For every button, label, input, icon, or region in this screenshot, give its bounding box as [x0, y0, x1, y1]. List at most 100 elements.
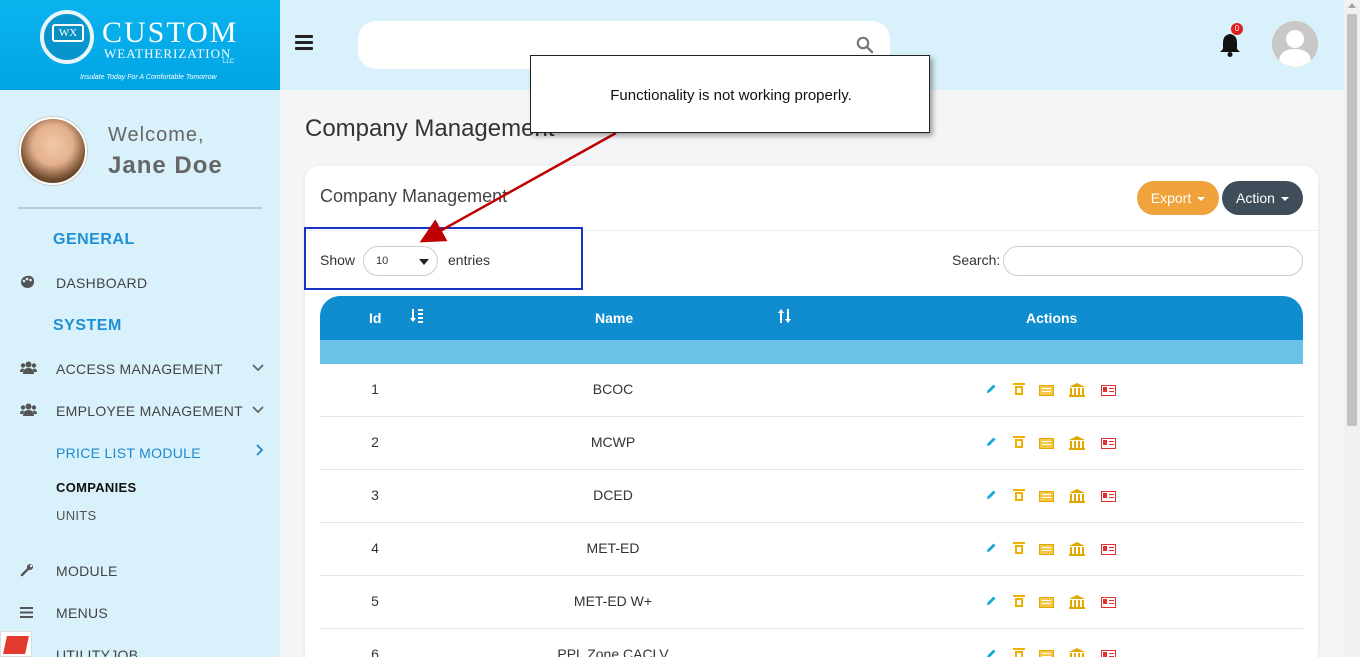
search-icon[interactable]: [856, 36, 874, 54]
list-icon[interactable]: [1039, 648, 1055, 657]
chevron-down-icon: [252, 359, 264, 375]
action-button-label: Action: [1236, 190, 1275, 206]
sidebar-subitem-companies[interactable]: COMPANIES: [56, 480, 136, 495]
trash-icon[interactable]: [1012, 595, 1026, 609]
edit-icon[interactable]: [984, 648, 998, 657]
sidebar-item-utilityjob[interactable]: UTILITYJOB: [20, 643, 270, 657]
cell-name: MET-ED: [586, 540, 640, 556]
sidebar-item-employee-management[interactable]: EMPLOYEE MANAGEMENT: [20, 399, 270, 423]
sidebar-subitem-units[interactable]: UNITS: [56, 508, 97, 523]
chevron-down-icon: [252, 401, 264, 417]
list-icon[interactable]: [1039, 595, 1055, 609]
bank-icon[interactable]: [1069, 595, 1085, 609]
page-title: Company Management: [305, 115, 555, 142]
sidebar-item-label: ACCESS MANAGEMENT: [56, 361, 223, 377]
user-panel: Welcome, Jane Doe: [0, 90, 280, 208]
table-search-input[interactable]: [1003, 246, 1303, 276]
table-filter-row: [320, 340, 1303, 364]
row-actions: [984, 436, 1124, 452]
user-avatar: [19, 117, 87, 185]
users-icon: [20, 403, 56, 419]
sidebar-item-dashboard[interactable]: DASHBOARD: [20, 271, 270, 295]
annotation-callout: Functionality is not working properly.: [530, 55, 930, 133]
id-card-icon[interactable]: [1101, 542, 1117, 556]
app-logo-mark: [3, 636, 29, 654]
section-general: GENERAL: [53, 231, 135, 248]
id-card-icon[interactable]: [1101, 489, 1117, 503]
sidebar-item-menus[interactable]: MENUS: [20, 601, 270, 625]
bank-icon[interactable]: [1069, 383, 1085, 397]
trash-icon[interactable]: [1012, 489, 1026, 503]
corner-app-logo[interactable]: [0, 631, 32, 657]
menu-toggle-icon[interactable]: [295, 35, 313, 51]
user-name: Jane Doe: [108, 152, 223, 179]
edit-icon[interactable]: [984, 542, 998, 556]
sidebar-item-label: UTILITYJOB: [56, 647, 139, 657]
cell-id: 5: [371, 593, 379, 609]
card-title: Company Management: [320, 186, 508, 206]
id-card-icon[interactable]: [1101, 595, 1117, 609]
list-icon[interactable]: [1039, 542, 1055, 556]
row-actions: [984, 595, 1124, 611]
brand-logo[interactable]: WX CUSTOM WEATHERIZATION LLC Insulate To…: [0, 0, 280, 90]
bank-icon[interactable]: [1069, 542, 1085, 556]
cell-name: MCWP: [590, 434, 636, 450]
id-card-icon[interactable]: [1101, 383, 1117, 397]
annotation-highlight-box: [304, 227, 583, 290]
trash-icon[interactable]: [1012, 383, 1026, 397]
bank-icon[interactable]: [1069, 436, 1085, 450]
edit-icon[interactable]: [984, 489, 998, 503]
column-header-name[interactable]: Name: [595, 310, 633, 326]
row-actions: [984, 542, 1124, 558]
cell-id: 2: [371, 434, 379, 450]
palette-icon: [20, 275, 56, 291]
scroll-thumb[interactable]: [1347, 14, 1357, 426]
bell-icon[interactable]: [1218, 32, 1242, 58]
table-row: 6 PPL Zone CACLV: [320, 629, 1303, 657]
trash-icon[interactable]: [1012, 436, 1026, 450]
cell-id: 1: [371, 381, 379, 397]
column-header-id[interactable]: Id: [369, 310, 381, 326]
sidebar-item-access-management[interactable]: ACCESS MANAGEMENT: [20, 357, 270, 381]
sort-numeric-asc-icon[interactable]: [409, 308, 425, 328]
export-button[interactable]: Export: [1137, 181, 1219, 215]
logo-llc-text: LLC: [223, 59, 235, 65]
users-icon: [20, 361, 56, 377]
action-button[interactable]: Action: [1222, 181, 1303, 215]
list-icon[interactable]: [1039, 383, 1055, 397]
table-row: 3 DCED: [320, 470, 1303, 523]
chevron-right-icon: [256, 443, 264, 459]
sidebar-divider: [18, 207, 262, 209]
cell-name: MET-ED W+: [573, 593, 653, 609]
id-card-icon[interactable]: [1101, 648, 1117, 657]
table-row: 2 MCWP: [320, 417, 1303, 470]
bank-icon[interactable]: [1069, 489, 1085, 503]
table-row: 1 BCOC: [320, 364, 1303, 417]
section-system: SYSTEM: [53, 317, 122, 334]
welcome-text: Welcome,: [108, 124, 205, 146]
caret-down-icon: [1280, 197, 1289, 202]
edit-icon[interactable]: [984, 383, 998, 397]
sort-icon[interactable]: [777, 308, 793, 328]
page-scrollbar[interactable]: [1344, 0, 1360, 657]
trash-icon[interactable]: [1012, 542, 1026, 556]
id-card-icon[interactable]: [1101, 436, 1117, 450]
list-icon[interactable]: [1039, 489, 1055, 503]
column-header-actions: Actions: [1026, 310, 1078, 326]
sidebar-item-price-list-module[interactable]: PRICE LIST MODULE: [56, 441, 270, 465]
notification-badge: 0: [1231, 23, 1243, 35]
bank-icon[interactable]: [1069, 648, 1085, 657]
scroll-up-arrow-icon[interactable]: [1348, 3, 1356, 8]
sidebar: WX CUSTOM WEATHERIZATION LLC Insulate To…: [0, 0, 280, 657]
cell-id: 6: [371, 646, 379, 657]
profile-avatar-icon[interactable]: [1272, 21, 1318, 67]
edit-icon[interactable]: [984, 436, 998, 450]
cell-id: 3: [371, 487, 379, 503]
sidebar-item-module[interactable]: MODULE: [20, 559, 270, 583]
list-icon[interactable]: [1039, 436, 1055, 450]
trash-icon[interactable]: [1012, 648, 1026, 657]
logo-wx: WX: [52, 24, 84, 42]
row-actions: [984, 489, 1124, 505]
edit-icon[interactable]: [984, 595, 998, 609]
cell-name: BCOC: [592, 381, 634, 397]
